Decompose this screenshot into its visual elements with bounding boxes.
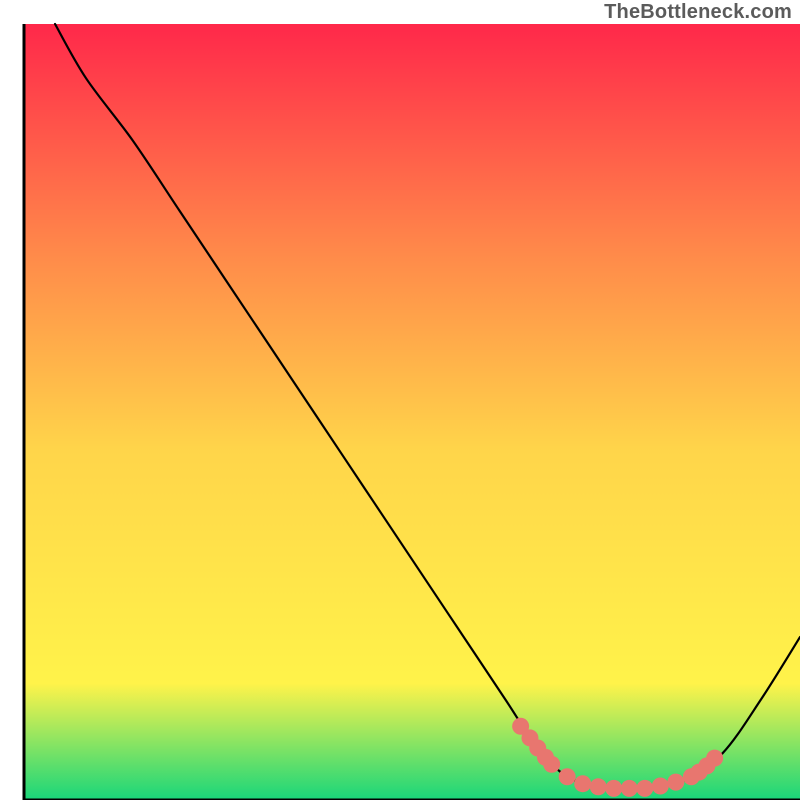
optimal-marker [559,768,576,785]
chart-container: TheBottleneck.com [0,0,800,800]
bottleneck-chart [0,0,800,800]
optimal-marker [590,778,607,795]
optimal-marker [636,780,653,797]
optimal-marker [605,780,622,797]
optimal-marker [543,756,560,773]
gradient-background [24,24,800,800]
optimal-marker [621,780,638,797]
optimal-marker [667,774,684,791]
watermark-text: TheBottleneck.com [604,1,792,24]
plot-area [24,24,800,800]
optimal-marker [652,778,669,795]
optimal-marker [574,775,591,792]
optimal-marker [706,750,723,767]
